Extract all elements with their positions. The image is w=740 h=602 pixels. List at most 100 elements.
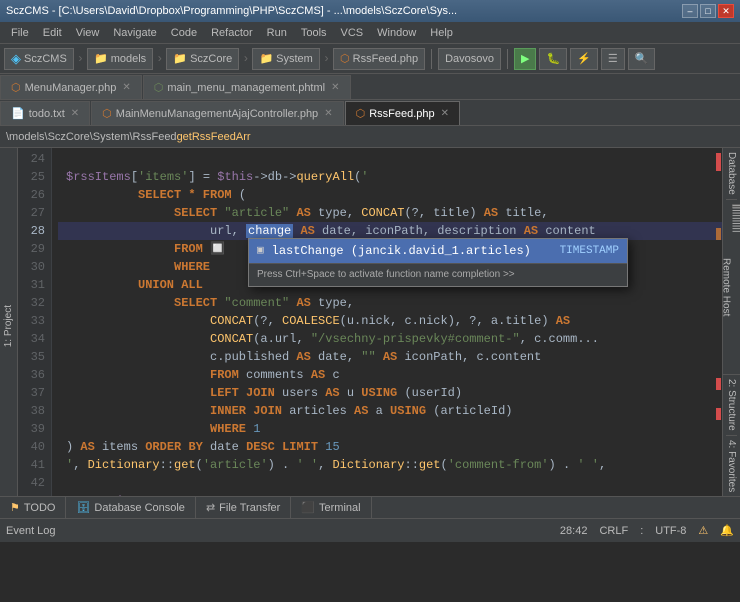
ac-item-name: lastChange (jancik.david_1.articles) — [272, 242, 531, 260]
menu-tools[interactable]: Tools — [294, 25, 334, 41]
debug-button[interactable]: 🐛 — [539, 48, 567, 70]
line-num: 27 — [18, 204, 45, 222]
bottom-panel: ⚑ TODO 🗄 Database Console ⇄ File Transfe… — [0, 496, 740, 542]
structure-panel-label[interactable]: 2: Structure — [726, 375, 737, 436]
title-text: SczCMS - [C:\Users\David\Dropbox\Program… — [6, 5, 682, 17]
title-bar: SczCMS - [C:\Users\David\Dropbox\Program… — [0, 0, 740, 22]
breadcrumb-method: getRssFeedArr — [177, 131, 251, 143]
menu-vcs[interactable]: VCS — [334, 25, 371, 41]
event-log-link[interactable]: Event Log — [6, 525, 56, 537]
close-button[interactable]: ✕ — [718, 4, 734, 18]
tab-todo[interactable]: 📄 todo.txt ✕ — [0, 101, 90, 125]
tab-rssfeed[interactable]: ⬡ RssFeed.php ✕ — [345, 101, 460, 125]
code-line-25: $rssItems['items'] = $this->db->queryAll… — [58, 168, 722, 186]
menu-file[interactable]: File — [4, 25, 36, 41]
txt-file-icon: 📄 — [11, 107, 25, 120]
tab-row-2: 📄 todo.txt ✕ ⬡ MainMenuManagementAjajCon… — [0, 100, 740, 126]
code-line-43: return $rssItems; — [58, 492, 722, 496]
code-container: 24 25 26 27 28 29 30 31 32 33 34 35 36 3… — [18, 148, 722, 496]
toolbar-sczcore[interactable]: 📁 SczCore — [166, 48, 239, 70]
php-file2-icon: ⬡ — [102, 107, 112, 120]
line-num: 32 — [18, 294, 45, 312]
menu-refactor[interactable]: Refactor — [204, 25, 260, 41]
menu-code[interactable]: Code — [164, 25, 204, 41]
status-encoding[interactable]: UTF-8 — [655, 525, 686, 537]
main-area: 1: Project 24 25 26 27 28 29 30 31 32 33… — [0, 148, 740, 496]
path-sep2: › — [156, 52, 163, 66]
path-sep4: › — [323, 52, 330, 66]
toolbar-rssfeed[interactable]: ⬡ RssFeed.php — [333, 48, 425, 70]
error-indicator-3 — [716, 408, 721, 420]
menu-run[interactable]: Run — [260, 25, 294, 41]
search-run-button[interactable]: ⚡ — [570, 48, 598, 70]
tab-database-console[interactable]: 🗄 Database Console — [66, 497, 195, 519]
tab-close-todo[interactable]: ✕ — [71, 108, 79, 119]
minimize-button[interactable]: – — [682, 4, 698, 18]
tab-file-transfer[interactable]: ⇄ File Transfer — [196, 497, 291, 519]
status-line-ending[interactable]: CRLF — [599, 525, 628, 537]
run-button[interactable]: ▶ — [514, 48, 536, 70]
line-num: 40 — [18, 438, 45, 456]
autocomplete-popup[interactable]: ▣ lastChange (jancik.david_1.articles) T… — [248, 238, 628, 287]
status-sep: : — [640, 525, 643, 537]
tab-ajaj-controller[interactable]: ⬡ MainMenuManagementAjajController.php ✕ — [91, 101, 343, 125]
tab-close-menumanager[interactable]: ✕ — [122, 82, 130, 93]
database-icon: 🗄 — [76, 501, 90, 514]
menu-help[interactable]: Help — [423, 25, 460, 41]
line-num: 34 — [18, 330, 45, 348]
terminal-icon: ⬛ — [301, 501, 315, 514]
line-num: 29 — [18, 240, 45, 258]
breadcrumb-bar: \models\SczCore\System\RssFeed getRssFee… — [0, 126, 740, 148]
window-controls: – □ ✕ — [682, 4, 734, 18]
database-panel-label[interactable]: Database — [726, 148, 737, 200]
line-num: 38 — [18, 402, 45, 420]
code-line-37: LEFT JOIN users AS u USING (userId) — [58, 384, 722, 402]
toolbar-sczcms[interactable]: ◈ SczCMS — [4, 48, 74, 70]
status-bar: Event Log 28:42 CRLF : UTF-8 ⚠ 🔔 — [0, 519, 740, 542]
line-num: 43 — [18, 492, 45, 496]
code-line-26: SELECT * FROM ( — [58, 186, 722, 204]
path-sep1: › — [77, 52, 84, 66]
toolbar-extra1[interactable]: ☰ — [601, 48, 625, 70]
menu-navigate[interactable]: Navigate — [106, 25, 163, 41]
search-toolbar-button[interactable]: 🔍 — [628, 48, 656, 70]
line-num: 37 — [18, 384, 45, 402]
tab-main-menu-phtml[interactable]: ⬡ main_menu_management.phtml ✕ — [143, 75, 351, 99]
path-sep3: › — [242, 52, 249, 66]
toolbar-davosovo[interactable]: Davosovo — [438, 48, 501, 70]
menu-edit[interactable]: Edit — [36, 25, 69, 41]
line-num: 28 — [18, 222, 45, 240]
tab-menumanager[interactable]: ⬡ MenuManager.php ✕ — [0, 75, 142, 99]
tab-terminal[interactable]: ⬛ Terminal — [291, 497, 371, 519]
tab-close-ajaj[interactable]: ✕ — [324, 108, 332, 119]
toolbar-models[interactable]: 📁 models — [87, 48, 153, 70]
code-line-27: SELECT "article" AS type, CONCAT(?, titl… — [58, 204, 722, 222]
line-num: 36 — [18, 366, 45, 384]
editor-area[interactable]: 24 25 26 27 28 29 30 31 32 33 34 35 36 3… — [18, 148, 722, 496]
line-num: 33 — [18, 312, 45, 330]
folder2-icon: 📁 — [173, 52, 187, 65]
code-line-39: WHERE 1 — [58, 420, 722, 438]
code-line-42 — [58, 474, 722, 492]
code-line-41: ', Dictionary::get('article') . ' ', Dic… — [58, 456, 722, 474]
autocomplete-selected-item[interactable]: ▣ lastChange (jancik.david_1.articles) T… — [249, 239, 627, 263]
favorites-panel-label[interactable]: 4: Favorites — [726, 436, 737, 496]
tab-close-phtml[interactable]: ✕ — [331, 82, 339, 93]
line-num: 35 — [18, 348, 45, 366]
remote-host-panel-label[interactable]: ||||||||||| Remote Host — [722, 200, 740, 375]
notification-icon: 🔔 — [720, 524, 734, 537]
code-content: $rssItems['items'] = $this->db->queryAll… — [52, 148, 722, 496]
tab-todo-panel[interactable]: ⚑ TODO — [0, 497, 66, 519]
code-line-34: CONCAT(a.url, "/vsechny-prispevky#commen… — [58, 330, 722, 348]
code-line-40: ) AS items ORDER BY date DESC LIMIT 15 — [58, 438, 722, 456]
menu-view[interactable]: View — [69, 25, 107, 41]
tab-close-rssfeed[interactable]: ✕ — [441, 108, 449, 119]
toolbar-system[interactable]: 📁 System — [252, 48, 319, 70]
menu-window[interactable]: Window — [370, 25, 423, 41]
warning-indicator-1 — [716, 228, 721, 240]
status-time: 28:42 — [560, 525, 588, 537]
maximize-button[interactable]: □ — [700, 4, 716, 18]
line-num: 41 — [18, 456, 45, 474]
folder3-icon: 📁 — [259, 52, 273, 65]
project-panel-label[interactable]: 1: Project — [3, 305, 14, 347]
